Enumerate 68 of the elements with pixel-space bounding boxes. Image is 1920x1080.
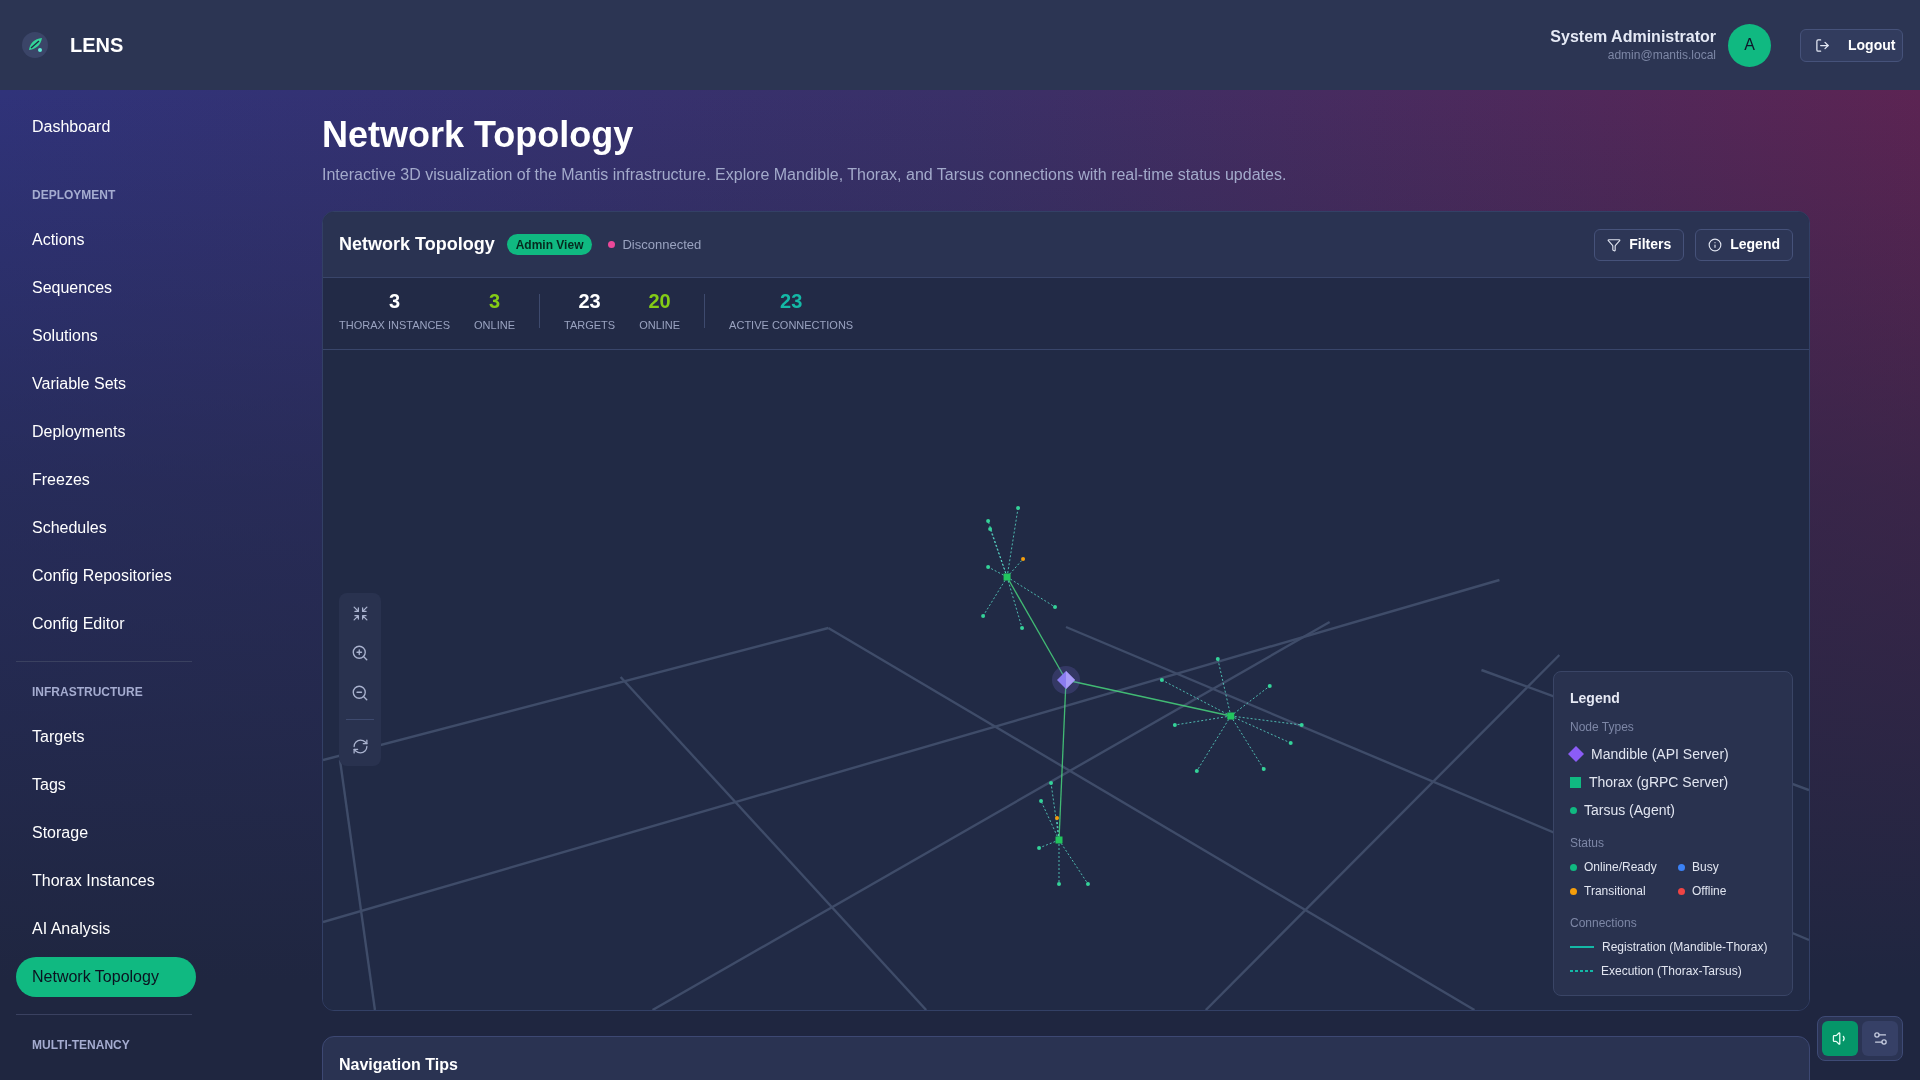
sidebar-item[interactable]: Dashboard bbox=[16, 107, 196, 147]
toolbar-button[interactable]: Filters bbox=[1594, 228, 1685, 261]
legend-label: Online/Ready bbox=[1584, 859, 1657, 876]
legend-label: Registration (Mandible-Thorax) bbox=[1602, 939, 1768, 956]
zoom-out-icon bbox=[351, 684, 369, 702]
sidebar-item[interactable]: Solutions bbox=[16, 316, 196, 356]
sidebar-section-heading: INFRASTRUCTURE bbox=[31, 684, 144, 700]
legend-title: Legend bbox=[1570, 689, 1621, 708]
legend-section-heading: Connections bbox=[1570, 915, 1638, 931]
stat-label: THORAX INSTANCES bbox=[339, 318, 451, 332]
sidebar-item[interactable]: Sequences bbox=[16, 268, 196, 308]
sidebar-item[interactable]: Tags bbox=[16, 765, 196, 805]
sidebar-item[interactable]: AI Analysis bbox=[16, 909, 196, 949]
brand-name: LENS bbox=[70, 33, 124, 58]
arrows-inward-icon bbox=[351, 604, 369, 622]
legend-section-heading: Node Types bbox=[1570, 719, 1635, 735]
legend-label: Mandible (API Server) bbox=[1591, 744, 1729, 764]
user-name: System Administrator bbox=[1550, 27, 1716, 47]
sidebar-item[interactable]: Thorax Instances bbox=[16, 861, 196, 901]
user-email: admin@mantis.local bbox=[1607, 47, 1716, 63]
solid-line-icon bbox=[1570, 946, 1594, 948]
user-avatar: A bbox=[1728, 23, 1771, 67]
zoom-in-icon bbox=[351, 644, 369, 662]
sidebar-item[interactable]: Network Topology bbox=[16, 957, 196, 997]
sidebar-item[interactable]: Deployments bbox=[16, 412, 196, 452]
sidebar-section-heading: DEPLOYMENT bbox=[31, 187, 117, 203]
legend-section-heading: Status bbox=[1570, 835, 1606, 851]
sidebar-item[interactable]: Freezes bbox=[16, 460, 196, 500]
stat-value: 3 bbox=[388, 289, 401, 313]
legend-label: Thorax (gRPC Server) bbox=[1589, 772, 1729, 792]
logo-icon bbox=[22, 32, 48, 58]
admin-badge: Admin View bbox=[506, 234, 593, 255]
filter-icon bbox=[1607, 237, 1622, 252]
logout-button[interactable]: Logout bbox=[1800, 28, 1903, 62]
sidebar-item[interactable]: Config Repositories bbox=[16, 556, 196, 596]
legend-label: Execution (Thorax-Tarsus) bbox=[1601, 963, 1742, 980]
page-title: Network Topology bbox=[322, 113, 635, 157]
sidebar-section-heading: MULTI-TENANCY bbox=[31, 1037, 131, 1053]
dashed-line-icon bbox=[1570, 970, 1593, 972]
sidebar-item[interactable]: Config Editor bbox=[16, 604, 196, 644]
stat-label: ONLINE bbox=[639, 318, 681, 332]
refresh-icon bbox=[351, 737, 369, 755]
stat-value: 20 bbox=[648, 289, 671, 313]
toolbar-button[interactable]: Legend bbox=[1695, 228, 1793, 261]
card-title: Navigation Tips bbox=[339, 1055, 459, 1075]
sidebar-item[interactable]: Storage bbox=[16, 813, 196, 853]
stat-value: 23 bbox=[578, 289, 601, 313]
stat-value: 3 bbox=[488, 289, 501, 313]
sidebar-item[interactable]: Targets bbox=[16, 717, 196, 757]
stat-label: ACTIVE CONNECTIONS bbox=[729, 318, 854, 332]
legend-label: Busy bbox=[1692, 859, 1719, 876]
logout-icon bbox=[1815, 37, 1830, 53]
sidebar-item[interactable]: Schedules bbox=[16, 508, 196, 548]
legend-label: Tarsus (Agent) bbox=[1584, 800, 1676, 820]
page-subtitle: Interactive 3D visualization of the Mantis infrastructure. Explore Mandible, Thorax, and Tarsus connections with real-time status updates. bbox=[322, 165, 1288, 185]
settings-button[interactable] bbox=[1862, 1021, 1898, 1056]
info-icon bbox=[1708, 237, 1723, 252]
stat-label: TARGETS bbox=[564, 318, 616, 332]
stat-value: 23 bbox=[780, 289, 803, 313]
sidebar-item[interactable]: Variable Sets bbox=[16, 364, 196, 404]
settings-icon bbox=[1871, 1030, 1889, 1047]
stat-label: ONLINE bbox=[474, 318, 515, 332]
legend-label: Offline bbox=[1692, 883, 1727, 900]
sidebar-item[interactable]: Actions bbox=[16, 220, 196, 260]
legend-label: Transitional bbox=[1584, 883, 1646, 900]
panel-title: Network Topology bbox=[339, 233, 495, 256]
sound-toggle-button[interactable] bbox=[1822, 1021, 1858, 1056]
connection-status: Disconnected bbox=[622, 235, 702, 254]
